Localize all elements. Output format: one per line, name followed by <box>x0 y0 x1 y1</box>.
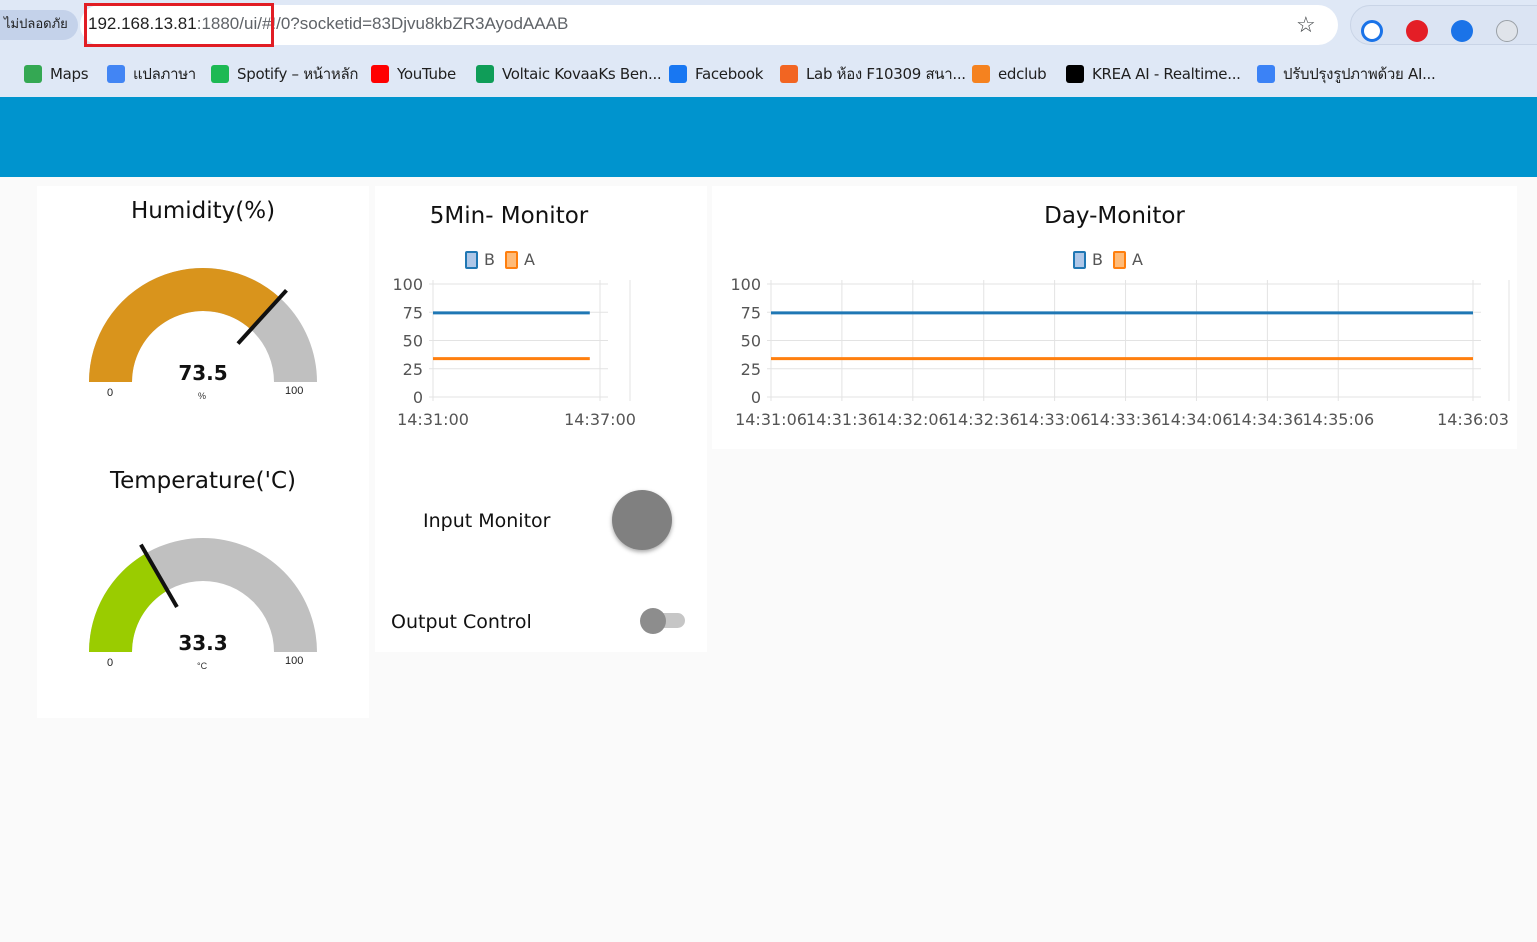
day-chart-xtick: 14:33:36 <box>1090 410 1162 429</box>
temperature-min-label: 0 <box>107 657 114 669</box>
sut-icon <box>780 65 798 83</box>
day-chart-xtick: 14:32:36 <box>948 410 1020 429</box>
adblock-hand-icon[interactable] <box>1406 20 1428 42</box>
legend-b-label[interactable]: B <box>1092 250 1103 269</box>
bookmark-youtube[interactable]: YouTube <box>371 64 456 84</box>
day-legend: B A <box>1073 250 1153 269</box>
extensions-group <box>1350 5 1537 45</box>
sharpen-icon <box>1257 65 1275 83</box>
bookmark-label: แปลภาษา <box>133 65 196 83</box>
bookmark-krea[interactable]: KREA AI - Realtime... <box>1066 64 1241 84</box>
day-chart-xtick: 14:31:06 <box>735 410 807 429</box>
day-chart-xtick: 14:34:36 <box>1231 410 1303 429</box>
five-min-chart-ytick: 0 <box>413 388 423 407</box>
five-min-chart-ytick: 50 <box>403 332 423 351</box>
five-min-legend: B A <box>465 250 545 269</box>
five-min-chart-title: 5Min- Monitor <box>429 203 589 229</box>
temperature-unit: °C <box>197 661 208 671</box>
day-chart-ytick: 100 <box>730 275 761 294</box>
day-chart-xtick: 14:34:06 <box>1161 410 1233 429</box>
legend-a-label[interactable]: A <box>524 250 535 269</box>
bookmark-label: edclub <box>998 65 1047 83</box>
day-chart-xtick: 14:35:06 <box>1302 410 1374 429</box>
day-chart-xtick: 14:33:06 <box>1019 410 1091 429</box>
output-control-label: Output Control <box>391 611 532 633</box>
day-chart-ytick: 0 <box>751 388 761 407</box>
shazam-icon[interactable] <box>1451 20 1473 42</box>
temperature-title: Temperature('C) <box>109 468 297 494</box>
legend-b-swatch[interactable] <box>465 250 478 269</box>
edclub-icon <box>972 65 990 83</box>
five-min-chart-ytick: 25 <box>403 360 423 379</box>
humidity-min-label: 0 <box>107 387 114 399</box>
day-chart-ytick: 25 <box>741 360 761 379</box>
extension-ring-icon[interactable] <box>1361 20 1383 42</box>
sheets-icon <box>476 65 494 83</box>
bookmark-label: ปรับปรุงรูปภาพด้วย AI... <box>1283 65 1436 83</box>
gauge-card: Humidity(%) 73.5 % 0 100 Temperature('C)… <box>37 186 369 718</box>
bookmark-label: Spotify – หน้าหลัก <box>237 65 359 83</box>
pencil-extension-icon[interactable] <box>1496 20 1518 42</box>
bookmarks-bar: Maps แปลภาษา Spotify – หน้าหลัก YouTube Volt… <box>0 50 1537 97</box>
spotify-icon <box>211 65 229 83</box>
day-chart-xtick: 14:36:03 <box>1437 410 1509 429</box>
five-min-line-chart: 100 75 50 25 0 14:31:00 14:37:00 <box>392 275 636 429</box>
day-chart-xtick: 14:32:06 <box>877 410 949 429</box>
day-chart-title: Day-Monitor <box>1044 203 1185 229</box>
temperature-value: 33.3 <box>178 631 228 655</box>
bookmark-sut[interactable]: Lab ห้อง F10309 สนา... <box>780 64 966 84</box>
humidity-gauge <box>89 267 317 382</box>
bookmark-facebook[interactable]: Facebook <box>669 64 763 84</box>
bookmark-label: KREA AI - Realtime... <box>1092 65 1241 83</box>
bookmark-sheets[interactable]: Voltaic KovaaKs Ben... <box>476 64 662 84</box>
translate-icon <box>107 65 125 83</box>
temperature-max-label: 100 <box>285 655 304 667</box>
input-monitor-led <box>612 490 672 550</box>
bookmark-sharpen[interactable]: ปรับปรุงรูปภาพด้วย AI... <box>1257 64 1436 84</box>
five-min-chart-xtick: 14:37:00 <box>564 410 636 429</box>
bookmark-label: Lab ห้อง F10309 สนา... <box>806 65 966 83</box>
legend-a-label[interactable]: A <box>1132 250 1143 269</box>
bookmark-edclub[interactable]: edclub <box>972 64 1047 84</box>
legend-b-swatch[interactable] <box>1073 250 1086 269</box>
facebook-icon <box>669 65 687 83</box>
output-control-switch-thumb[interactable] <box>640 608 666 634</box>
humidity-value: 73.5 <box>178 361 228 385</box>
bookmark-label: Facebook <box>695 65 764 83</box>
bookmark-label: Maps <box>50 65 89 83</box>
five-min-chart-ytick: 75 <box>403 303 423 322</box>
browser-address-bar: ไม่ปลอดภัย 192.168.13.81:1880/ui/#!/0?so… <box>0 0 1537 50</box>
day-chart-ytick: 50 <box>741 332 761 351</box>
bookmark-label: Voltaic KovaaKs Ben... <box>502 65 662 83</box>
youtube-icon <box>371 65 389 83</box>
day-chart-ytick: 75 <box>741 303 761 322</box>
dashboard-toolbar <box>0 97 1537 177</box>
legend-b-label[interactable]: B <box>484 250 495 269</box>
legend-a-swatch[interactable] <box>1112 250 1126 269</box>
maps-icon <box>24 65 42 83</box>
temperature-gauge <box>89 538 317 652</box>
bookmark-label: YouTube <box>397 65 456 83</box>
legend-a-swatch[interactable] <box>504 250 518 269</box>
day-chart-xtick: 14:31:36 <box>806 410 878 429</box>
bookmark-star-icon[interactable]: ☆ <box>1296 12 1316 38</box>
input-monitor-label: Input Monitor <box>423 510 551 532</box>
bookmark-translate[interactable]: แปลภาษา <box>107 64 196 84</box>
humidity-max-label: 100 <box>285 385 304 397</box>
five-min-chart-ytick: 100 <box>392 275 423 294</box>
humidity-title: Humidity(%) <box>130 198 276 224</box>
krea-icon <box>1066 65 1084 83</box>
day-line-chart: 100 75 50 25 0 14:31:06 14:31:36 14:32:06 14:32:… <box>730 275 1510 429</box>
bookmark-maps[interactable]: Maps <box>24 64 89 84</box>
bookmark-spotify[interactable]: Spotify – หน้าหลัก <box>211 64 358 84</box>
url-highlight-box <box>84 3 274 47</box>
humidity-unit: % <box>198 391 207 401</box>
five-min-chart-xtick: 14:31:00 <box>397 410 469 429</box>
security-chip[interactable]: ไม่ปลอดภัย <box>0 10 78 40</box>
